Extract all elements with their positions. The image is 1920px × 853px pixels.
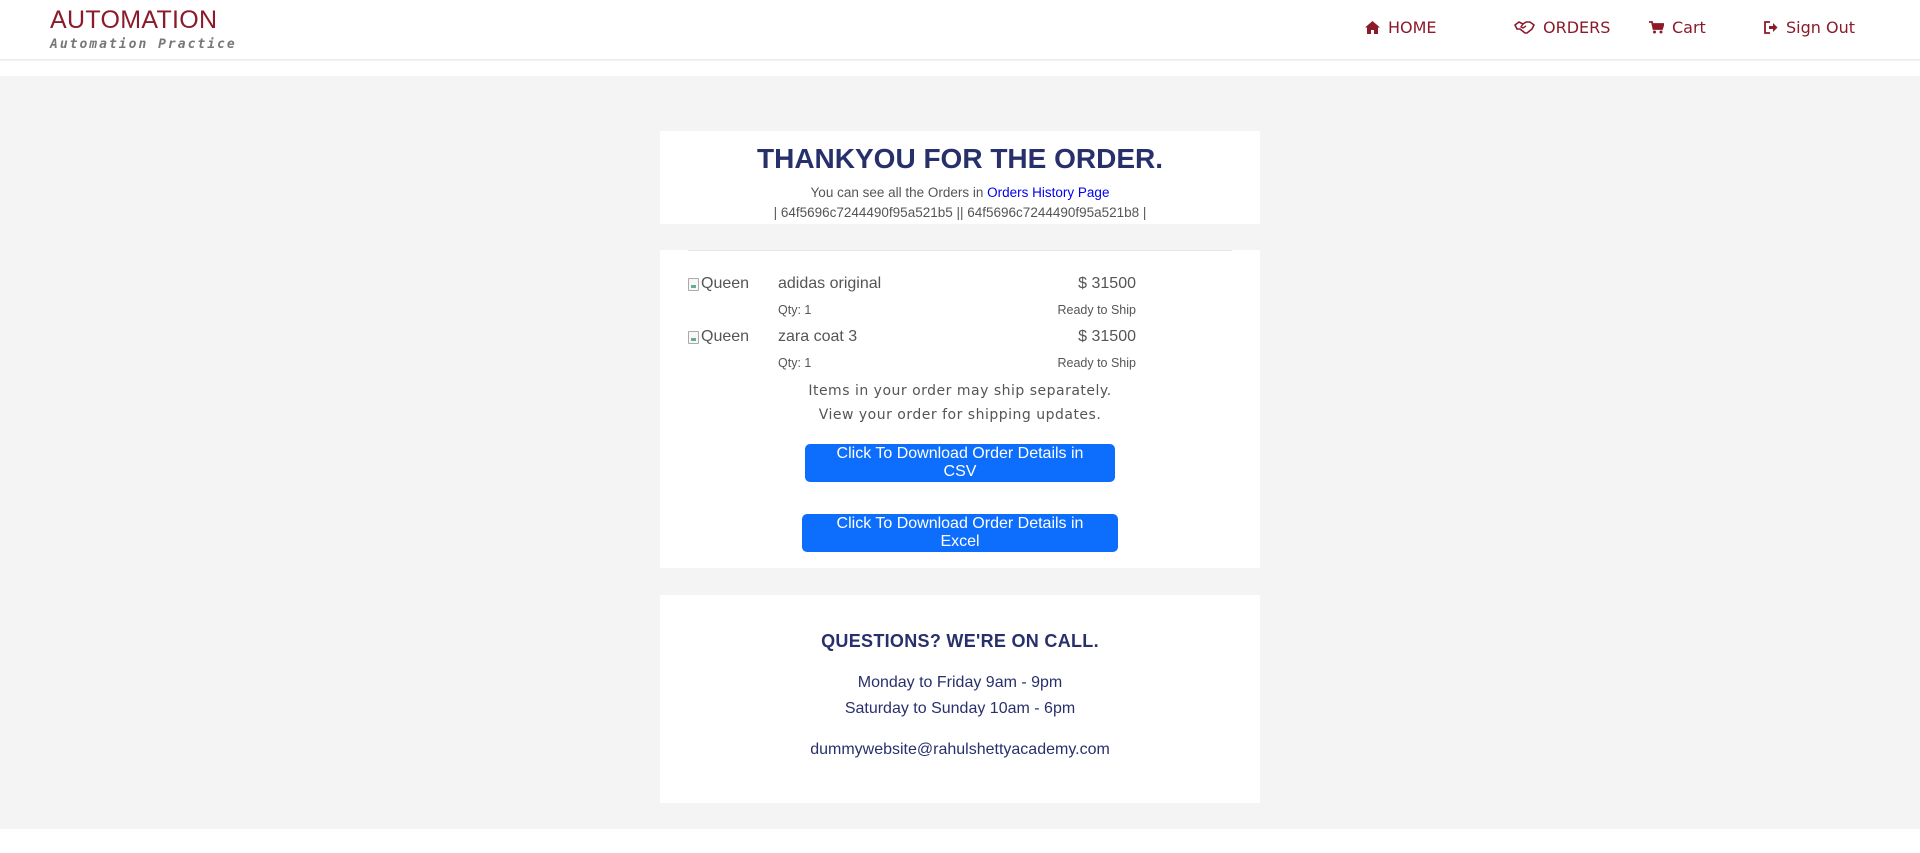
item-price: $ 31500	[1078, 275, 1136, 292]
order-items-card: Queen adidas original $ 31500 Qty: 1 Rea…	[660, 250, 1260, 568]
cart-icon	[1649, 21, 1664, 34]
item-status: Ready to Ship	[1057, 303, 1136, 317]
weekday-hours: Monday to Friday 9am - 9pm	[857, 674, 1063, 691]
product-image-alt: Queen	[701, 328, 750, 345]
orders-history-link[interactable]: Orders History Page	[987, 185, 1109, 200]
footer-strip	[0, 829, 1920, 853]
order-ids: | 64f5696c7244490f95a521b5 || 64f5696c72…	[773, 205, 1147, 220]
download-excel-button[interactable]: Click To Download Order Details in Excel	[802, 514, 1118, 552]
contact-card: QUESTIONS? WE'RE ON CALL. Monday to Frid…	[660, 595, 1260, 803]
item-name: adidas original	[778, 275, 882, 292]
order-history-prefix: You can see all the Orders in	[810, 185, 988, 200]
item-name: zara coat 3	[778, 328, 858, 345]
contact-heading: QUESTIONS? WE'RE ON CALL.	[821, 631, 1099, 651]
nav-home-label: HOME	[1388, 18, 1437, 37]
brand-title: AUTOMATION	[50, 6, 218, 34]
nav-cart-label: Cart	[1672, 18, 1706, 37]
broken-image-icon	[688, 277, 699, 291]
nav-signout-button[interactable]: Sign Out	[1764, 18, 1855, 37]
product-image-alt: Queen	[701, 275, 750, 292]
home-icon	[1365, 21, 1380, 34]
order-item-row: Queen zara coat 3 $ 31500 Qty: 1 Ready t…	[688, 325, 1232, 375]
nav-orders-label: ORDERS	[1543, 18, 1611, 37]
item-price: $ 31500	[1078, 328, 1136, 345]
nav-home-button[interactable]: HOME	[1365, 18, 1437, 37]
contact-email: dummywebsite@rahulshettyacademy.com	[810, 741, 1110, 758]
weekend-hours: Saturday to Sunday 10am - 6pm	[844, 700, 1076, 717]
contact-hours: Monday to Friday 9am - 9pm Saturday to S…	[660, 670, 1260, 722]
divider	[688, 250, 1232, 251]
order-history-message: You can see all the Orders in Orders His…	[660, 185, 1260, 200]
brand-subtitle: Automation Practice	[50, 37, 237, 52]
broken-image-icon	[688, 330, 699, 344]
download-csv-button[interactable]: Click To Download Order Details in CSV	[805, 444, 1115, 482]
sign-out-icon	[1764, 21, 1778, 34]
thank-you-heading: THANKYOU FOR THE ORDER.	[757, 143, 1163, 174]
brand-logo[interactable]: AUTOMATION Automation Practice	[50, 5, 237, 52]
nav-orders-button[interactable]: ORDERS	[1514, 18, 1610, 37]
shipping-note-line-1: Items in your order may ship separately.	[808, 383, 1112, 399]
handshake-icon	[1514, 21, 1535, 34]
top-navbar: AUTOMATION Automation Practice HOME ORDE…	[0, 0, 1920, 60]
product-image: Queen	[688, 275, 749, 293]
nav-cart-button[interactable]: Cart	[1649, 18, 1706, 37]
nav-signout-label: Sign Out	[1786, 18, 1855, 37]
shipping-note-line-2: View your order for shipping updates.	[818, 407, 1102, 423]
thank-you-card: THANKYOU FOR THE ORDER. You can see all …	[660, 131, 1260, 224]
item-quantity: Qty: 1	[778, 303, 812, 317]
order-item-row: Queen adidas original $ 31500 Qty: 1 Rea…	[688, 272, 1232, 322]
item-quantity: Qty: 1	[778, 356, 812, 370]
product-image: Queen	[688, 328, 749, 346]
header-spacer	[0, 61, 1920, 76]
item-status: Ready to Ship	[1057, 356, 1136, 370]
